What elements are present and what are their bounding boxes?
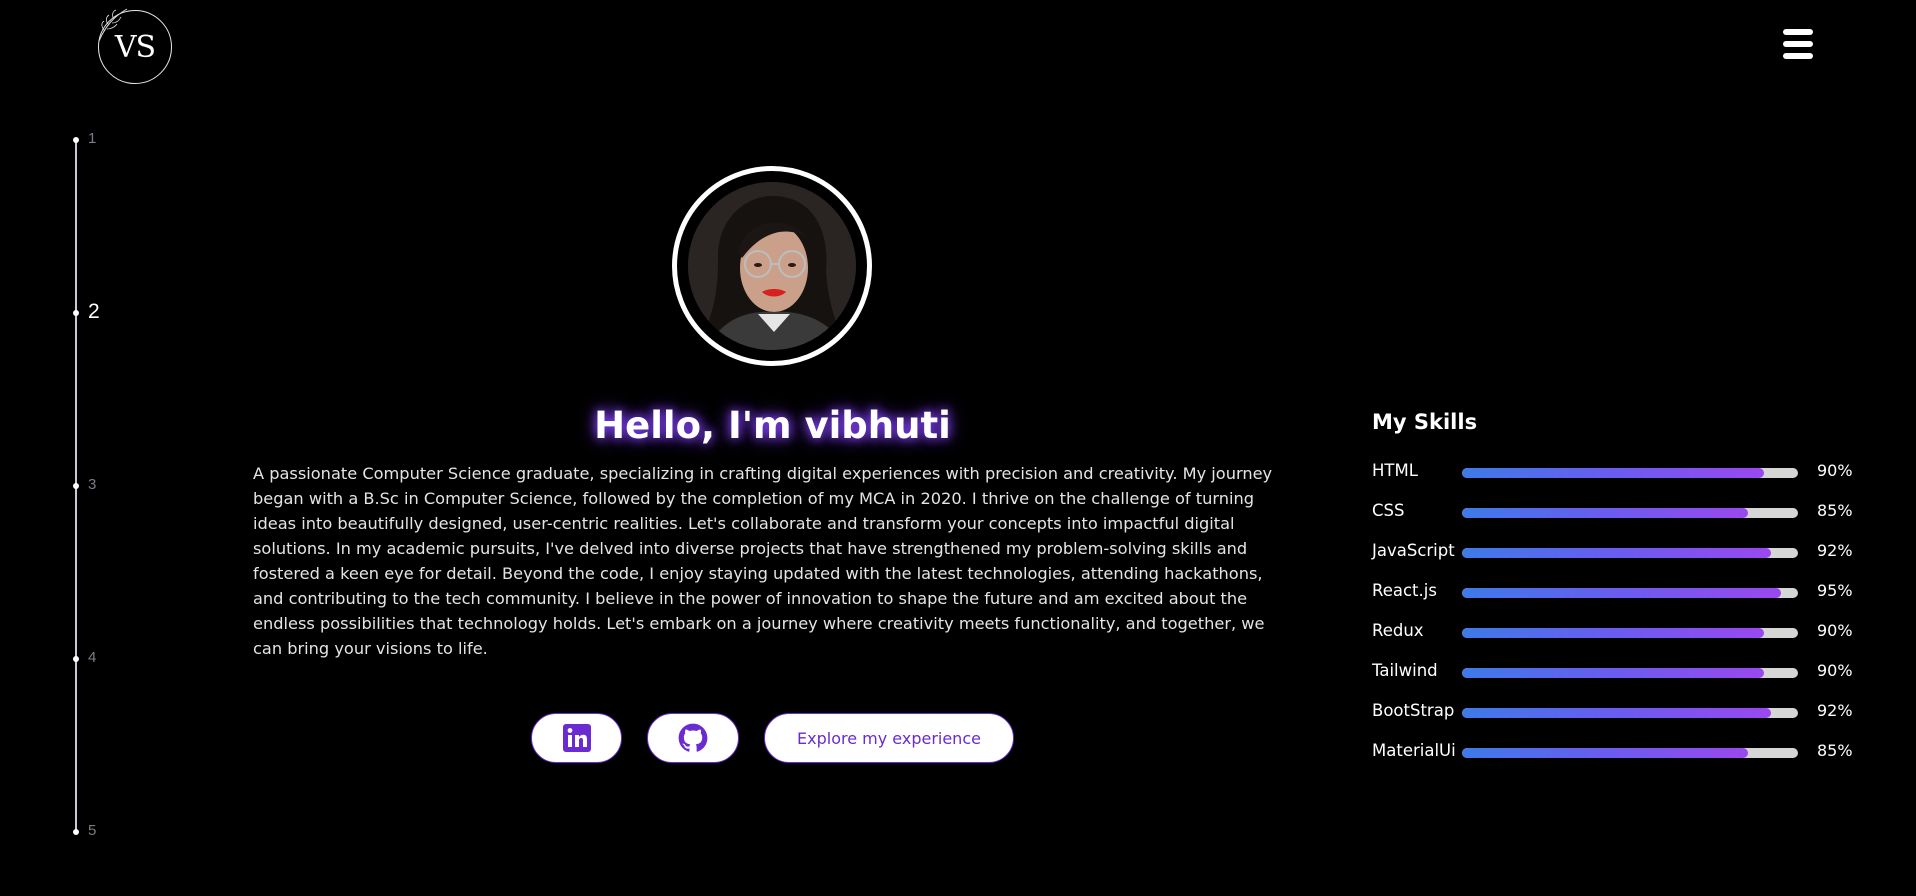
skill-percent: 85%: [1817, 741, 1853, 760]
skill-name: HTML: [1372, 461, 1418, 480]
linkedin-button[interactable]: [531, 713, 622, 763]
skill-name: JavaScript: [1372, 541, 1455, 560]
skill-row: MaterialUi 85%: [1372, 741, 1853, 765]
hamburger-menu-icon[interactable]: [1783, 29, 1813, 59]
section-nav-number: 4: [88, 649, 97, 666]
section-nav-dot: [73, 483, 79, 489]
skills-title: My Skills: [1372, 410, 1478, 434]
skill-row: HTML 90%: [1372, 461, 1853, 485]
skill-progress-fill: [1462, 508, 1748, 518]
section-nav-dot: [73, 137, 79, 143]
skill-progress-bar: [1462, 748, 1798, 758]
hero-bio: A passionate Computer Science graduate, …: [253, 464, 1273, 658]
section-nav-number: 3: [88, 476, 97, 493]
profile-avatar: [672, 166, 872, 366]
skill-progress-bar: [1462, 468, 1798, 478]
skill-progress-fill: [1462, 748, 1748, 758]
skill-progress-fill: [1462, 708, 1772, 718]
section-nav-dot: [73, 829, 79, 835]
skill-percent: 90%: [1817, 461, 1853, 480]
section-nav-number: 5: [88, 822, 97, 839]
skill-progress-bar: [1462, 588, 1798, 598]
skill-name: BootStrap: [1372, 701, 1455, 720]
skill-name: CSS: [1372, 501, 1405, 520]
linkedin-icon: [562, 724, 591, 752]
skill-name: Redux: [1372, 621, 1424, 640]
skill-row: Redux 90%: [1372, 621, 1853, 645]
skill-progress-fill: [1462, 628, 1765, 638]
skill-row: CSS 85%: [1372, 501, 1853, 525]
section-nav-number: 2: [88, 300, 100, 323]
skill-name: React.js: [1372, 581, 1437, 600]
skill-progress-bar: [1462, 708, 1798, 718]
skill-progress-fill: [1462, 668, 1765, 678]
section-nav-dot: [73, 656, 79, 662]
portrait-illustration: [688, 182, 856, 350]
skill-percent: 90%: [1817, 621, 1853, 640]
page: VS 1 2 3 4 5 Hello, I'm vibhuti A passio…: [0, 0, 1916, 896]
skill-progress-fill: [1462, 468, 1765, 478]
profile-photo: [688, 182, 856, 350]
leaf-ornament-icon: [98, 8, 128, 42]
skill-percent: 92%: [1817, 541, 1853, 560]
skill-row: Tailwind 90%: [1372, 661, 1853, 685]
section-nav-dot: [73, 310, 79, 316]
skill-percent: 95%: [1817, 581, 1853, 600]
skill-row: React.js 95%: [1372, 581, 1853, 605]
explore-experience-button[interactable]: Explore my experience: [764, 713, 1014, 763]
skill-name: MaterialUi: [1372, 741, 1456, 760]
skill-progress-bar: [1462, 668, 1798, 678]
skill-row: BootStrap 92%: [1372, 701, 1853, 725]
skill-progress-bar: [1462, 628, 1798, 638]
skill-progress-fill: [1462, 588, 1782, 598]
site-logo[interactable]: VS: [98, 8, 172, 84]
hero-title: Hello, I'm vibhuti: [594, 404, 951, 447]
skill-percent: 92%: [1817, 701, 1853, 720]
skill-percent: 90%: [1817, 661, 1853, 680]
skill-progress-bar: [1462, 548, 1798, 558]
skill-percent: 85%: [1817, 501, 1853, 520]
github-icon: [678, 723, 708, 752]
section-nav-number: 1: [88, 130, 97, 147]
skill-progress-fill: [1462, 548, 1772, 558]
skill-row: JavaScript 92%: [1372, 541, 1853, 565]
github-button[interactable]: [647, 713, 739, 763]
skill-progress-bar: [1462, 508, 1798, 518]
skill-name: Tailwind: [1372, 661, 1438, 680]
